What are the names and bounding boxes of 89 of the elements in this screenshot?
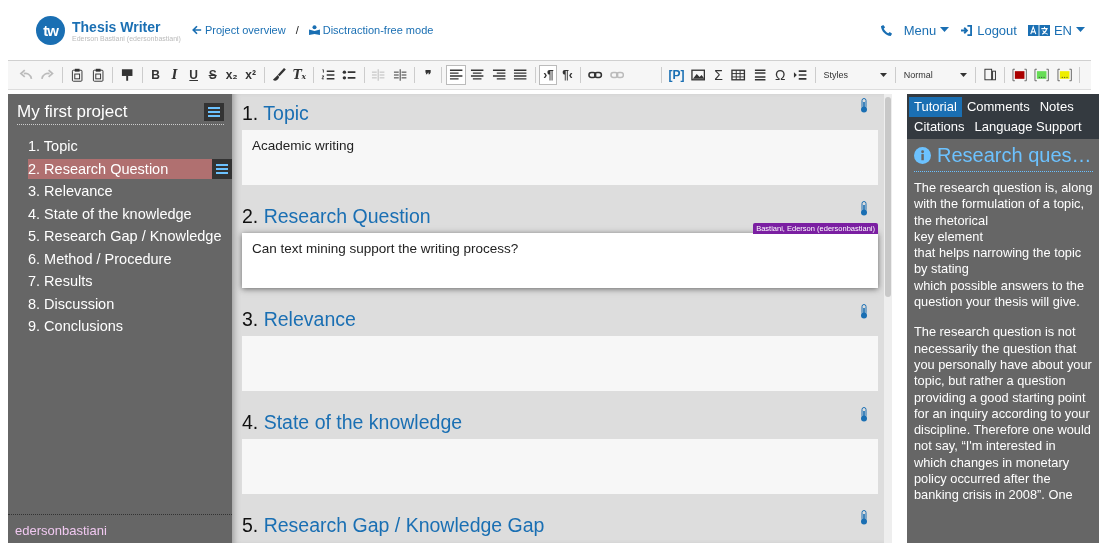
paste-icon <box>91 68 106 82</box>
nav-link[interactable]: Logout <box>960 22 1017 38</box>
thermometer-icon[interactable] <box>860 407 868 422</box>
table-icon <box>731 68 746 82</box>
list-indent-icon <box>793 68 808 82</box>
app-title: Thesis Writer <box>72 18 162 35</box>
tutorial-heading: Research ques… <box>937 144 1092 167</box>
caret-icon <box>940 27 950 33</box>
toolbar-dropdown[interactable]: Styles <box>819 65 891 85</box>
paste-icon <box>69 68 85 82</box>
toolbar-dropdown[interactable]: Normal <box>899 65 971 85</box>
section-title: 4. State of the knowledge <box>242 411 463 434</box>
outline-item[interactable]: 3. Relevance <box>28 181 232 202</box>
justify-icon <box>513 68 528 82</box>
toolbar-button[interactable]: I <box>165 65 184 85</box>
outline-item[interactable]: 2. Research Question <box>28 158 212 179</box>
thermometer-icon[interactable] <box>860 304 868 319</box>
image-icon <box>691 68 706 82</box>
toolbar-button[interactable]: Tₓ <box>289 65 309 85</box>
menu-button[interactable] <box>212 158 232 179</box>
toolbar-button[interactable]: x₂ <box>222 65 241 85</box>
outline-item[interactable]: 5. Research Gap / Knowledge <box>28 226 232 247</box>
outline-item[interactable]: 1. Topic <box>28 136 232 157</box>
nav-link[interactable]: Menu <box>903 22 950 38</box>
outline-item[interactable]: 6. Method / Procedure <box>28 248 232 269</box>
undo-icon <box>19 68 34 82</box>
toolbar-button[interactable]: ›¶ <box>539 65 558 85</box>
caret-icon <box>959 73 967 77</box>
text-field[interactable] <box>242 439 878 494</box>
hr-icon <box>752 68 768 82</box>
align-center-icon <box>470 68 485 82</box>
toolbar-button[interactable]: ¶‹ <box>558 65 577 85</box>
toolbar-button[interactable]: U <box>184 65 203 85</box>
toolbar-button[interactable]: S <box>203 65 222 85</box>
menu-icon <box>216 163 228 174</box>
preview-icon <box>982 68 998 82</box>
section-title: 5. Research Gap / Knowledge Gap <box>242 514 545 537</box>
thermometer-icon[interactable] <box>860 98 868 113</box>
section-title: 3. Relevance <box>242 308 356 331</box>
toolbar-button[interactable]: ❞ <box>419 65 438 85</box>
tutorial-paragraph: The research question is, along with the formulation of a topic, the rhetorical key element that helps narrowing the topic by stating which possible answers to the question your thesis will give. <box>914 180 1094 311</box>
thermometer-icon[interactable] <box>860 201 868 216</box>
panel-tab[interactable]: Comments <box>961 97 1035 117</box>
outdent-icon <box>371 68 386 82</box>
app-logo[interactable]: tw <box>36 15 65 45</box>
section-title: 1. Topic <box>242 102 309 125</box>
ol-icon <box>320 68 336 82</box>
phone-icon[interactable] <box>879 23 893 37</box>
breadcrumb-link[interactable]: Project overview <box>191 24 286 36</box>
reader-icon <box>308 25 320 35</box>
indent-icon <box>392 68 408 82</box>
nav-link[interactable]: EN <box>1027 22 1085 38</box>
toolbar-button[interactable]: Ω <box>771 65 790 85</box>
menu-button[interactable] <box>204 103 224 121</box>
panel-tab[interactable]: Notes <box>1034 97 1079 117</box>
panel-tab[interactable]: Tutorial <box>909 97 962 117</box>
toolbar-button[interactable]: x² <box>241 65 260 85</box>
project-title: My first project <box>17 102 128 122</box>
align-right-icon <box>491 68 507 82</box>
outline-item[interactable]: 7. Results <box>28 271 232 292</box>
toolbar-button[interactable]: B <box>146 65 165 85</box>
sign-in-icon <box>960 24 974 36</box>
arrow-left-icon <box>191 25 202 35</box>
caret-icon <box>1076 27 1085 33</box>
toolbar-button[interactable] <box>446 65 467 85</box>
section-title: 2. Research Question <box>242 205 431 228</box>
panel-tab[interactable]: Citations <box>909 117 970 137</box>
caret-icon <box>879 73 887 77</box>
brush-icon <box>271 68 286 82</box>
info-icon <box>914 147 931 164</box>
thermometer-icon[interactable] <box>860 510 868 525</box>
toolbar-button[interactable]: Σ <box>709 65 728 85</box>
align-left-icon <box>449 68 464 82</box>
menu-icon <box>208 107 220 117</box>
redo-icon <box>40 68 55 82</box>
text-field[interactable]: Can text mining support the writing process? <box>242 233 878 288</box>
outline-item[interactable]: 9. Conclusions <box>28 316 232 337</box>
outline-item[interactable]: 4. State of the knowledge <box>28 203 232 224</box>
text-field[interactable] <box>242 336 878 391</box>
translate-icon <box>1027 24 1050 36</box>
breadcrumb-link[interactable]: Disctraction-free mode <box>308 24 434 36</box>
text-field[interactable]: Academic writing <box>242 130 878 185</box>
outline-item[interactable]: 8. Discussion <box>28 293 232 314</box>
tutorial-paragraph: The research question is not necessarily the question that you personally have about your topic, but rather a question providing a good starting point for an inquiry according to your discipline. Therefore one would not say, “I'm interested in which changes in monetary policy occurred after the banking crisis in 2008”. One <box>914 324 1093 504</box>
ul-icon <box>342 68 357 82</box>
panel-tab[interactable]: Language Support <box>969 117 1087 137</box>
toolbar-button[interactable]: [P] <box>665 65 688 85</box>
breadcrumb-separator: / <box>295 24 299 36</box>
username: edersonbastiani <box>15 523 107 538</box>
